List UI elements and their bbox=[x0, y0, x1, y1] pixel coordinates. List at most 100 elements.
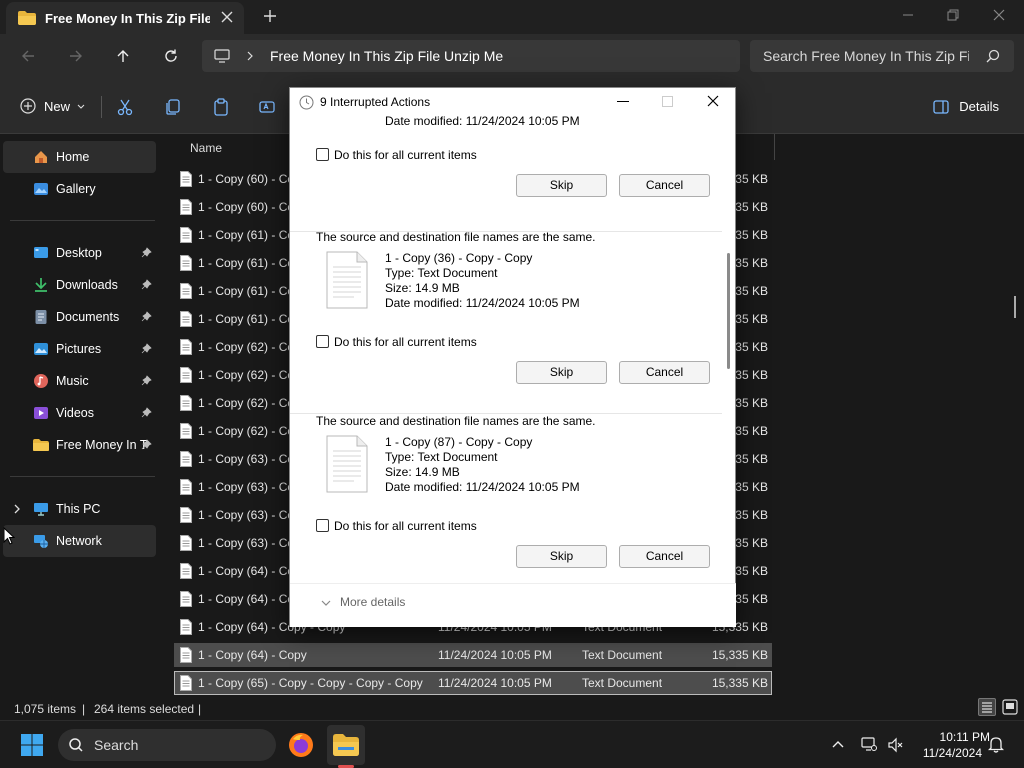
minimize-icon[interactable] bbox=[901, 8, 915, 22]
close-window-icon[interactable] bbox=[992, 8, 1006, 22]
new-button[interactable]: New bbox=[20, 98, 94, 114]
tab-current-folder[interactable]: Free Money In This Zip File Un bbox=[6, 2, 244, 34]
pin-icon[interactable] bbox=[141, 375, 152, 386]
pin-icon[interactable] bbox=[141, 343, 152, 354]
taskbar-search[interactable]: Search bbox=[58, 729, 276, 761]
sidebar-item-desktop[interactable]: Desktop bbox=[3, 237, 156, 269]
column-header-name[interactable]: Name bbox=[190, 141, 222, 155]
windows-start-icon[interactable] bbox=[21, 734, 43, 756]
sidebar-item-downloads[interactable]: Downloads bbox=[3, 269, 156, 301]
paste-icon[interactable] bbox=[212, 98, 230, 116]
folder-icon bbox=[33, 439, 49, 451]
table-row[interactable]: 1 - Copy (65) - Copy - Copy - Copy - Cop… bbox=[174, 671, 772, 695]
sidebar-item-label: Home bbox=[56, 150, 90, 164]
sidebar-item-home[interactable]: Home bbox=[3, 141, 156, 173]
close-tab-icon[interactable] bbox=[220, 10, 234, 24]
up-arrow-icon[interactable] bbox=[115, 48, 131, 64]
skip-button[interactable]: Skip bbox=[516, 174, 607, 197]
new-tab-icon[interactable] bbox=[262, 8, 278, 24]
pin-icon[interactable] bbox=[141, 279, 152, 290]
dialog-scrollbar[interactable] bbox=[727, 253, 730, 369]
clock-time[interactable]: 10:11 PM bbox=[910, 730, 990, 744]
file-name: 1 - Copy (60) - Co bbox=[198, 172, 295, 186]
address-path[interactable]: Free Money In This Zip File Unzip Me bbox=[270, 48, 503, 64]
divider bbox=[10, 220, 155, 221]
dialog-close-icon[interactable] bbox=[707, 95, 719, 107]
desktop-icon bbox=[34, 247, 48, 258]
chevron-up-icon[interactable] bbox=[832, 739, 844, 749]
notification-bell-icon[interactable] bbox=[988, 736, 1004, 753]
interrupted-actions-dialog: 9 Interrupted Actions Date modified: 11/… bbox=[289, 87, 736, 627]
title-bar: Free Money In This Zip File Un bbox=[0, 0, 1024, 34]
chevron-right-icon[interactable] bbox=[246, 51, 254, 61]
conflict-file-type: Type: Text Document bbox=[385, 450, 498, 464]
apply-all-checkbox[interactable] bbox=[316, 335, 329, 348]
skip-button[interactable]: Skip bbox=[516, 545, 607, 568]
firefox-icon[interactable] bbox=[288, 732, 314, 758]
rename-icon[interactable] bbox=[259, 98, 277, 116]
back-arrow-icon[interactable] bbox=[20, 48, 36, 64]
refresh-icon[interactable] bbox=[163, 48, 179, 64]
text-file-icon bbox=[180, 647, 192, 663]
sidebar-item-gallery[interactable]: Gallery bbox=[3, 173, 156, 205]
copy-icon[interactable] bbox=[164, 98, 182, 116]
file-name: 1 - Copy (61) - Co bbox=[198, 284, 295, 298]
search-icon[interactable] bbox=[986, 49, 1000, 63]
file-name: 1 - Copy (63) - Co bbox=[198, 536, 295, 550]
scrollbar[interactable] bbox=[1014, 296, 1016, 318]
sidebar-item-videos[interactable]: Videos bbox=[3, 397, 156, 429]
sidebar-item-music[interactable]: Music bbox=[3, 365, 156, 397]
text-file-icon bbox=[180, 451, 192, 467]
cancel-button[interactable]: Cancel bbox=[619, 361, 710, 384]
sidebar-item-documents[interactable]: Documents bbox=[3, 301, 156, 333]
file-name: 1 - Copy (63) - Co bbox=[198, 452, 295, 466]
sidebar-item-this-pc[interactable]: This PC bbox=[3, 493, 156, 525]
gallery-icon bbox=[34, 183, 48, 195]
forward-arrow-icon[interactable] bbox=[68, 48, 84, 64]
text-file-icon bbox=[180, 283, 192, 299]
skip-button[interactable]: Skip bbox=[516, 361, 607, 384]
details-view-toggle[interactable] bbox=[978, 698, 996, 716]
plus-circle-icon bbox=[20, 98, 36, 114]
pin-icon[interactable] bbox=[141, 247, 152, 258]
conflict-date: Date modified: 11/24/2024 10:05 PM bbox=[385, 116, 580, 128]
downloads-icon bbox=[35, 278, 47, 292]
address-bar[interactable]: Free Money In This Zip File Unzip Me bbox=[202, 40, 740, 72]
apply-all-checkbox[interactable] bbox=[316, 519, 329, 532]
cut-icon[interactable] bbox=[116, 98, 134, 116]
dialog-title: 9 Interrupted Actions bbox=[320, 95, 431, 109]
file-explorer-taskbar-button[interactable] bbox=[327, 725, 365, 765]
pin-icon[interactable] bbox=[141, 311, 152, 322]
network-status-icon[interactable] bbox=[861, 736, 877, 752]
dialog-minimize-button[interactable] bbox=[617, 101, 629, 102]
search-input[interactable]: Search Free Money In This Zip File bbox=[763, 48, 969, 64]
sidebar-item-pictures[interactable]: Pictures bbox=[3, 333, 156, 365]
cancel-button[interactable]: Cancel bbox=[619, 545, 710, 568]
sidebar-item-label: This PC bbox=[56, 502, 101, 516]
list-view-icon bbox=[982, 702, 992, 713]
volume-muted-icon[interactable] bbox=[888, 737, 904, 753]
clock-date[interactable]: 11/24/2024 bbox=[910, 746, 982, 760]
restore-icon[interactable] bbox=[946, 8, 960, 22]
search-box[interactable]: Search Free Money In This Zip File bbox=[750, 40, 1014, 72]
chevron-down-icon[interactable] bbox=[321, 600, 331, 607]
file-name: 1 - Copy (61) - Co bbox=[198, 256, 295, 270]
tiles-view-icon[interactable] bbox=[1001, 698, 1019, 716]
cancel-button[interactable]: Cancel bbox=[619, 174, 710, 197]
more-details-toggle[interactable]: More details bbox=[340, 595, 405, 609]
file-name: 1 - Copy (65) - Copy - Copy - Copy - Cop… bbox=[198, 676, 423, 690]
sidebar-item-network[interactable]: Network bbox=[3, 525, 156, 557]
details-button[interactable]: Details bbox=[933, 99, 999, 114]
conflict-file-date: Date modified: 11/24/2024 10:05 PM bbox=[385, 296, 580, 310]
column-divider[interactable] bbox=[774, 134, 775, 160]
apply-all-checkbox[interactable] bbox=[316, 148, 329, 161]
pin-icon[interactable] bbox=[141, 407, 152, 418]
text-file-icon bbox=[180, 311, 192, 327]
text-file-icon bbox=[180, 479, 192, 495]
file-explorer-icon bbox=[333, 734, 359, 756]
table-row[interactable]: 1 - Copy (64) - Copy 11/24/2024 10:05 PM T… bbox=[174, 643, 772, 667]
conflict-message: The source and destination file names ar… bbox=[316, 230, 596, 244]
file-name: 1 - Copy (61) - Co bbox=[198, 312, 295, 326]
sidebar-item-free-money-folder[interactable]: Free Money In T bbox=[3, 429, 156, 461]
pin-icon[interactable] bbox=[141, 439, 152, 450]
